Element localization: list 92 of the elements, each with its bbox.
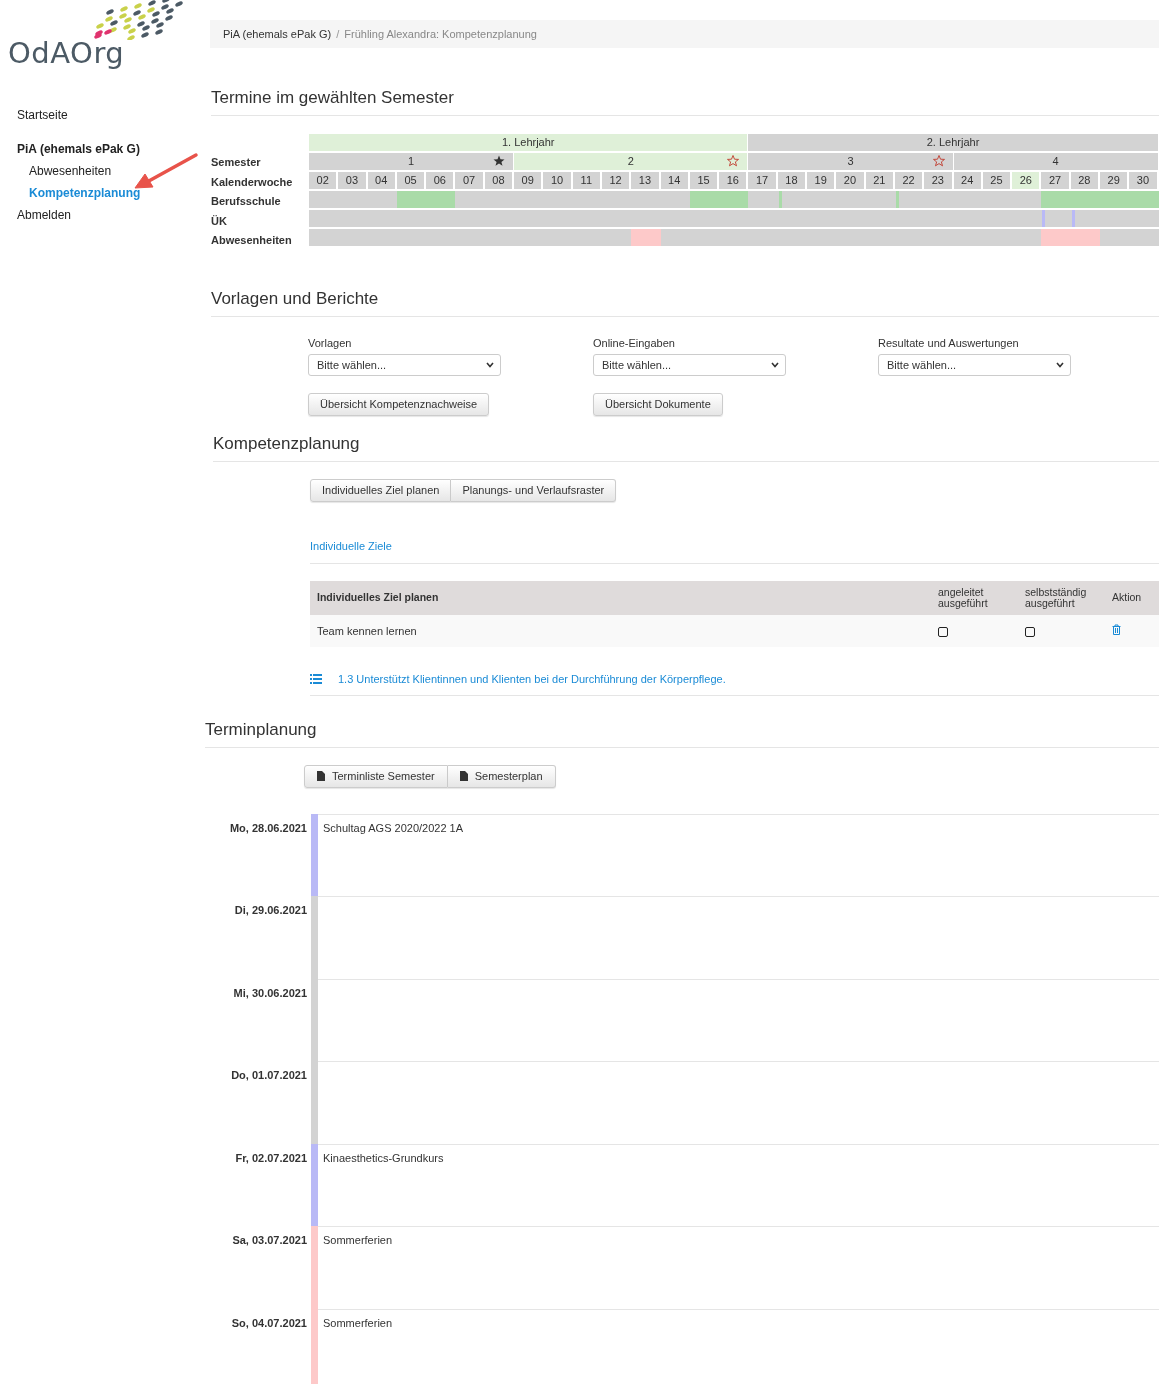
week-cell: 15: [689, 172, 718, 189]
chevron-icon: [771, 361, 779, 368]
field-label: Resultate und Auswertungen: [878, 336, 1020, 349]
semester-header: 4: [953, 153, 1158, 170]
select-field[interactable]: Bitte wählen...: [593, 353, 786, 376]
week-cell: 23: [924, 172, 952, 189]
checkbox[interactable]: [1025, 626, 1035, 637]
week-cell: 26: [1012, 172, 1040, 189]
week-cell: 04: [367, 172, 395, 189]
planning-button[interactable]: Individuelles Ziel planen: [310, 478, 452, 502]
week-cell: 17: [748, 172, 776, 189]
chevron-icon: [1056, 361, 1064, 368]
date-label: Do, 01.07.2021: [230, 1068, 308, 1083]
date-label: Di, 29.06.2021: [233, 903, 308, 918]
overview-button[interactable]: Übersicht Dokumente: [593, 392, 723, 416]
document-icon: [317, 771, 325, 781]
table-cell: Team kennen lernen: [310, 614, 931, 647]
date-label: Mi, 30.06.2021: [232, 985, 308, 1001]
chevron-icon: [486, 361, 494, 368]
date-label: Mo, 28.06.2021: [228, 820, 308, 836]
semester-header: 2: [514, 153, 748, 170]
week-cell: 09: [514, 172, 542, 189]
week-cell: 19: [807, 172, 835, 189]
field-label: Online-Eingaben: [593, 336, 676, 349]
week-cell: 05: [396, 172, 425, 189]
section-heading: Kompetenzplanung: [213, 433, 1159, 462]
week-cell: 21: [865, 172, 893, 189]
row-label: ÜK: [211, 213, 228, 229]
week-cell: 12: [601, 172, 630, 189]
date-label: Fr, 02.07.2021: [234, 1150, 308, 1166]
date-label: So, 04.07.2021: [230, 1315, 308, 1331]
year-header: 1. Lehrjahr: [309, 134, 748, 151]
sidebar-link[interactable]: PiA (ehemals ePak G): [17, 138, 140, 160]
overview-button[interactable]: Übersicht Kompetenznachweise: [308, 392, 490, 416]
sidebar-link[interactable]: Abmelden: [17, 204, 72, 226]
sidebar-link[interactable]: Abwesenheiten: [29, 160, 112, 182]
row-label: Semester: [211, 155, 262, 170]
week-cell: 16: [719, 172, 747, 189]
row-label: Abwesenheiten: [211, 233, 293, 248]
week-cell: 10: [543, 172, 571, 189]
column-header: angeleitet ausgeführt: [931, 580, 1018, 615]
column-header: Individuelles Ziel planen: [310, 580, 931, 615]
week-cell: 28: [1070, 172, 1098, 189]
week-cell: 18: [777, 172, 806, 189]
select-field[interactable]: Bitte wählen...: [878, 353, 1071, 376]
document-button[interactable]: Terminliste Semester: [304, 764, 448, 788]
week-cell: 07: [455, 172, 483, 189]
row-label: Kalenderwoche: [211, 174, 294, 190]
event-title: Sommerferien: [323, 1234, 393, 1246]
breadcrumb-separator: /: [336, 28, 340, 40]
week-cell: 11: [572, 172, 600, 189]
logo-text: OdAOrg: [8, 36, 125, 70]
week-cell: 29: [1100, 172, 1128, 189]
trash-icon[interactable]: [1112, 624, 1121, 635]
week-cell: 25: [982, 172, 1011, 189]
week-cell: 06: [426, 172, 454, 189]
document-icon: [459, 771, 468, 781]
select-field[interactable]: Bitte wählen...: [308, 353, 501, 376]
semester-header: 3: [748, 153, 953, 170]
column-header: selbstständig ausgeführt: [1018, 580, 1105, 615]
event-title: Schultag AGS 2020/2022 1A: [323, 821, 464, 834]
week-cell: 03: [338, 172, 366, 189]
sidebar-link[interactable]: Startseite: [17, 104, 68, 126]
week-cell: 08: [484, 172, 513, 189]
breadcrumb-link[interactable]: PiA (ehemals ePak G): [223, 28, 332, 40]
section-heading: Vorlagen und Berichte: [211, 288, 1159, 317]
sidebar-link[interactable]: Kompetenzplanung: [29, 182, 141, 204]
breadcrumb-current: Frühling Alexandra: Kompetenzplanung: [344, 28, 537, 40]
competence-link[interactable]: 1.3 Unterstützt Klientinnen und Klienten bei der Durchführung der Körperpflege.: [338, 672, 726, 685]
date-label: Sa, 03.07.2021: [231, 1233, 308, 1248]
event-title: Sommerferien: [323, 1316, 393, 1329]
checkbox[interactable]: [938, 626, 948, 637]
year-header: 2. Lehrjahr: [748, 134, 1158, 151]
planning-button[interactable]: Planungs- und Verlaufsraster: [451, 478, 617, 502]
event-title: Kinaesthetics-Grundkurs: [323, 1151, 444, 1164]
week-cell: 24: [953, 172, 981, 189]
week-cell: 27: [1041, 172, 1069, 189]
section-heading: Terminplanung: [205, 719, 1159, 748]
semester-header: 1: [309, 153, 514, 170]
field-label: Vorlagen: [308, 336, 353, 349]
week-cell: 30: [1129, 172, 1157, 189]
list-icon: [310, 673, 322, 684]
week-cell: 13: [631, 172, 659, 189]
week-cell: 20: [836, 172, 864, 189]
section-heading: Termine im gewählten Semester: [211, 88, 1159, 116]
week-cell: 02: [309, 172, 337, 189]
column-header: Aktion: [1105, 580, 1159, 615]
row-label: Berufsschule: [211, 194, 282, 209]
goals-link[interactable]: Individuelle Ziele: [310, 539, 392, 552]
week-cell: 14: [660, 172, 688, 189]
week-cell: 22: [894, 172, 923, 189]
document-button[interactable]: Semesterplan: [447, 764, 556, 788]
